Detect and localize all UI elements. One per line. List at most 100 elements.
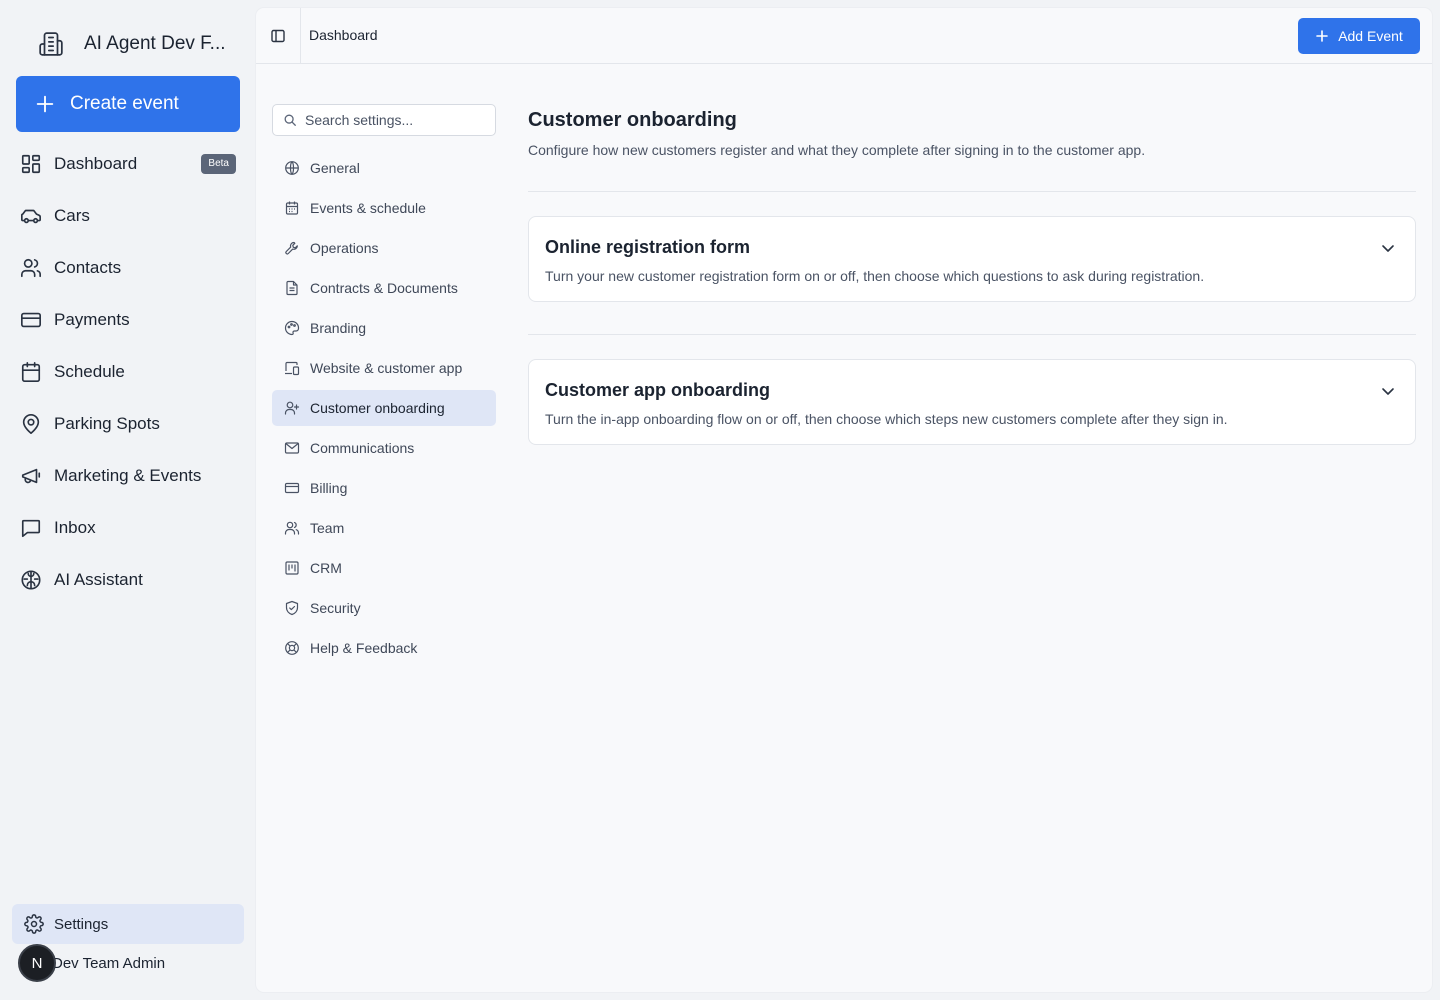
nav-label: Dashboard <box>54 154 138 173</box>
settings-nav-label: Branding <box>310 320 367 336</box>
settings-nav-general[interactable]: General <box>272 150 496 186</box>
app-onboarding-card[interactable]: Customer app onboarding Turn the in-app … <box>528 359 1416 445</box>
search-input[interactable] <box>305 112 485 128</box>
nav-item-marketing-events[interactable]: Marketing & Events <box>12 450 244 502</box>
nav-item-settings[interactable]: Settings <box>12 904 244 944</box>
add-event-label: Add Event <box>1338 28 1403 44</box>
breadcrumb[interactable]: Dashboard <box>309 27 378 43</box>
credit-card-icon <box>20 309 42 331</box>
nav-item-inbox[interactable]: Inbox <box>12 502 244 554</box>
settings-nav-website-customer-app[interactable]: Website & customer app <box>272 350 496 386</box>
section-divider <box>528 334 1416 335</box>
users-icon <box>20 257 42 279</box>
nav-label: Marketing & Events <box>54 466 202 485</box>
wrench-icon <box>284 240 300 256</box>
settings-nav-label: General <box>310 160 360 176</box>
settings-nav-label: Events & schedule <box>310 200 426 216</box>
megaphone-icon <box>20 465 42 487</box>
create-event-label: Create event <box>70 93 179 114</box>
plus-icon <box>1315 29 1329 43</box>
workspace-name: AI Agent Dev F... <box>84 33 226 54</box>
avatar[interactable]: N <box>18 944 56 982</box>
workspace-brand[interactable]: AI Agent Dev F... <box>38 28 226 60</box>
user-plus-icon <box>284 400 300 416</box>
chevron-down-icon[interactable] <box>1379 382 1397 400</box>
user-profile[interactable]: N Dev Team Admin <box>18 944 165 982</box>
page-description: Configure how new customers register and… <box>528 142 1146 158</box>
palette-icon <box>284 320 300 336</box>
plus-icon <box>34 93 56 115</box>
building-icon <box>38 31 64 57</box>
chevron-down-icon[interactable] <box>1379 239 1397 257</box>
main-panel: Dashboard Add Event General Events & sch… <box>256 8 1432 992</box>
nav-label: Cars <box>54 206 90 225</box>
beta-badge: Beta <box>201 154 236 174</box>
globe-icon <box>284 160 300 176</box>
kanban-icon <box>284 560 300 576</box>
registration-form-card[interactable]: Online registration form Turn your new c… <box>528 216 1416 302</box>
nav-label: AI Assistant <box>54 570 143 589</box>
section-divider <box>528 191 1416 192</box>
settings-nav-label: Help & Feedback <box>310 640 418 656</box>
page-title: Customer onboarding <box>528 109 737 131</box>
settings-nav-crm[interactable]: CRM <box>272 550 496 586</box>
nav-item-parking-spots[interactable]: Parking Spots <box>12 398 244 450</box>
top-bar: Dashboard Add Event <box>256 8 1432 64</box>
settings-nav-security[interactable]: Security <box>272 590 496 626</box>
card-title: Customer app onboarding <box>545 380 770 400</box>
sidebar-toggle-button[interactable] <box>264 20 292 52</box>
settings-search <box>272 104 496 136</box>
create-event-button[interactable]: Create event <box>16 76 240 132</box>
app-sidebar: AI Agent Dev F... Create event Dashboard… <box>0 0 256 1000</box>
settings-nav-contracts-documents[interactable]: Contracts & Documents <box>272 270 496 306</box>
settings-nav-team[interactable]: Team <box>272 510 496 546</box>
search-icon <box>283 113 297 127</box>
nav-label: Parking Spots <box>54 414 160 433</box>
settings-nav-customer-onboarding[interactable]: Customer onboarding <box>272 390 496 426</box>
nav-item-schedule[interactable]: Schedule <box>12 346 244 398</box>
settings-nav-label: Website & customer app <box>310 360 463 376</box>
dashboard-icon <box>20 153 42 175</box>
settings-label: Settings <box>54 915 109 933</box>
nav-item-contacts[interactable]: Contacts <box>12 242 244 294</box>
credit-card-icon <box>284 480 300 496</box>
panel-left-icon <box>270 28 286 44</box>
card-description: Turn your new customer registration form… <box>545 268 1205 284</box>
settings-nav-branding[interactable]: Branding <box>272 310 496 346</box>
shield-icon <box>284 600 300 616</box>
settings-nav-operations[interactable]: Operations <box>272 230 496 266</box>
nav-label: Schedule <box>54 362 125 381</box>
main-nav: Dashboard Beta Cars Contacts Payments Sc… <box>12 138 244 606</box>
nav-item-ai-assistant[interactable]: AI Assistant <box>12 554 244 606</box>
card-description: Turn the in-app onboarding flow on or of… <box>545 411 1228 427</box>
nav-item-payments[interactable]: Payments <box>12 294 244 346</box>
nav-label: Contacts <box>54 258 122 277</box>
settings-nav-label: Team <box>310 520 345 536</box>
settings-nav-label: CRM <box>310 560 342 576</box>
calendar-icon <box>284 200 300 216</box>
card-title: Online registration form <box>545 237 751 257</box>
car-icon <box>20 205 42 227</box>
devices-icon <box>284 360 300 376</box>
document-icon <box>284 280 300 296</box>
topbar-divider <box>300 8 301 64</box>
settings-nav-help-feedback[interactable]: Help & Feedback <box>272 630 496 666</box>
settings-nav-label: Contracts & Documents <box>310 280 458 296</box>
nav-item-cars[interactable]: Cars <box>12 190 244 242</box>
nav-label: Payments <box>54 310 130 329</box>
settings-nav-events-schedule[interactable]: Events & schedule <box>272 190 496 226</box>
calendar-icon <box>20 361 42 383</box>
add-event-button[interactable]: Add Event <box>1298 18 1420 54</box>
settings-nav-label: Billing <box>310 480 348 496</box>
nav-item-dashboard[interactable]: Dashboard Beta <box>12 138 244 190</box>
settings-nav: General Events & schedule Operations Con… <box>272 150 496 670</box>
settings-nav-billing[interactable]: Billing <box>272 470 496 506</box>
nav-label: Inbox <box>54 518 96 537</box>
gear-icon <box>24 914 44 934</box>
message-icon <box>20 517 42 539</box>
map-pin-icon <box>20 413 42 435</box>
settings-nav-communications[interactable]: Communications <box>272 430 496 466</box>
settings-nav-label: Operations <box>310 240 379 256</box>
settings-nav-label: Customer onboarding <box>310 400 445 416</box>
settings-content: Customer onboarding Configure how new cu… <box>528 104 1416 445</box>
